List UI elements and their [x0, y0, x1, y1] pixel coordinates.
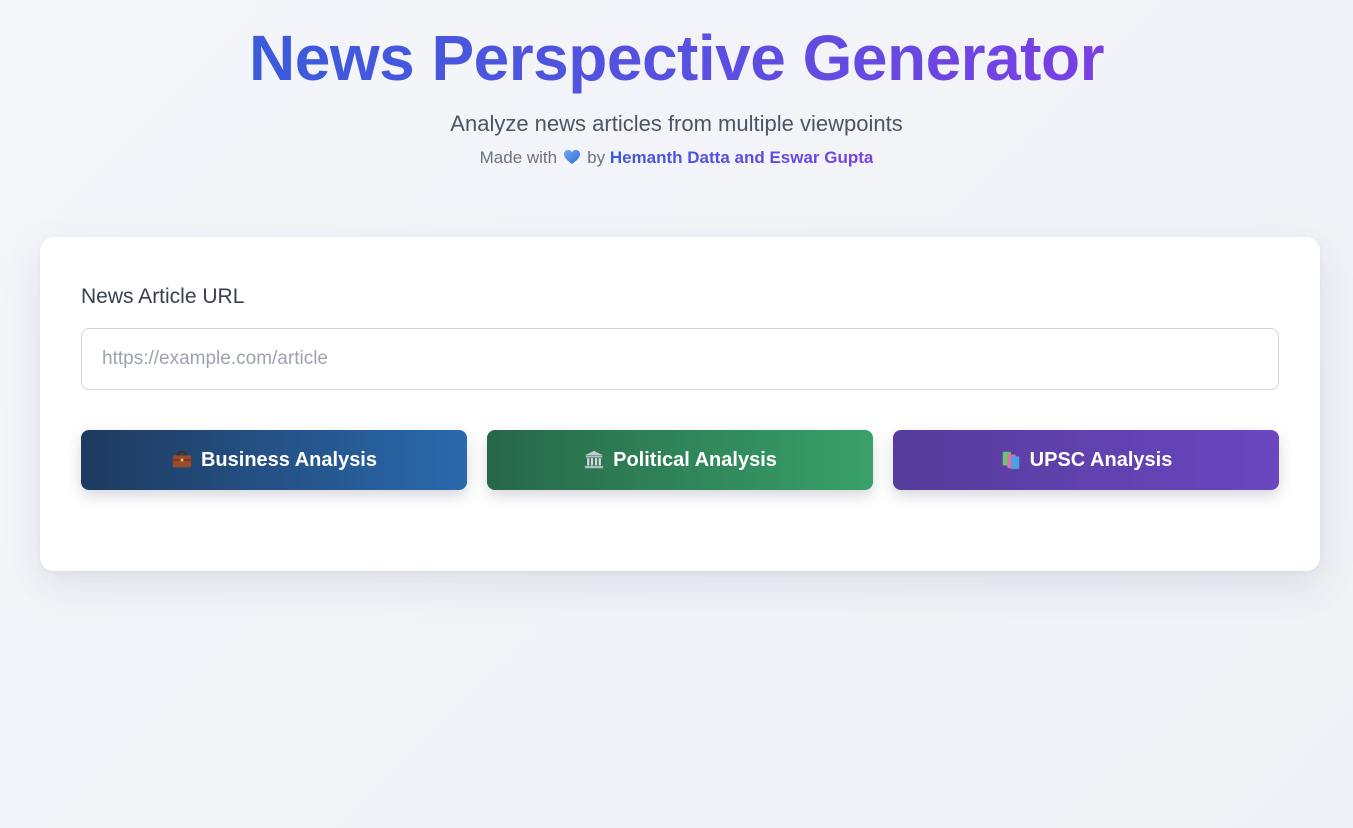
upsc-analysis-label: UPSC Analysis	[1029, 448, 1173, 471]
political-analysis-button[interactable]: Political Analysis	[487, 430, 873, 490]
business-analysis-label: Business Analysis	[200, 448, 377, 471]
credit-by: by	[587, 148, 606, 167]
credit-line: Made with by Hemanth Datta and Eswar Gupt…	[0, 146, 1353, 170]
blue-heart-icon	[564, 149, 581, 165]
classical-building-icon	[584, 450, 604, 469]
page-subtitle: Analyze news articles from multiple view…	[450, 111, 903, 136]
analysis-card: News Article URL Business Analysis Polit…	[40, 237, 1320, 571]
credit-prefix: Made with	[479, 148, 558, 167]
briefcase-icon	[172, 451, 192, 468]
page-title: News Perspective Generator	[249, 22, 1104, 94]
business-analysis-button[interactable]: Business Analysis	[81, 430, 467, 490]
page-header: News Perspective Generator Analyze news …	[0, 22, 1353, 170]
books-icon	[1002, 451, 1019, 470]
upsc-analysis-button[interactable]: UPSC Analysis	[893, 430, 1279, 490]
url-label: News Article URL	[81, 285, 245, 308]
political-analysis-label: Political Analysis	[613, 448, 777, 471]
authors-link[interactable]: Hemanth Datta and Eswar Gupta	[610, 148, 874, 167]
url-input[interactable]	[81, 328, 1279, 390]
